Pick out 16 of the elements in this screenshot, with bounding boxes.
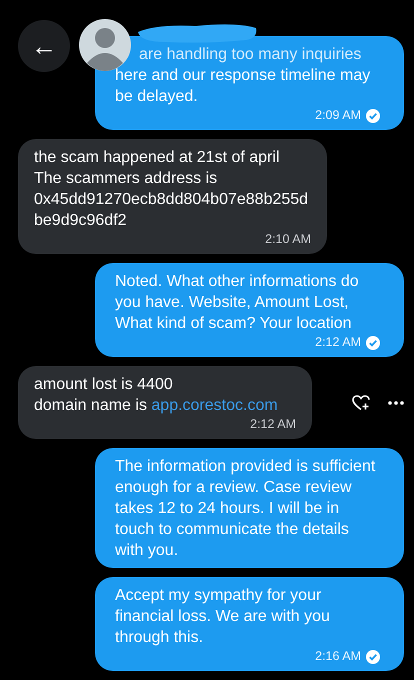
message-text: The information provided is sufficient enough for a review. Case review takes 12 to 24 hours. I will be in touch to communicate the details with you. [115, 457, 376, 561]
message-time: 2:12 AM [315, 335, 361, 350]
back-button[interactable]: ← [18, 20, 70, 72]
message-time: 2:12 AM [250, 417, 296, 432]
message-text: here and our response timeline may be delayed. [115, 66, 372, 107]
domain-link[interactable]: app.corestoc.com [151, 397, 278, 414]
message-text: the scam happened at 21st of april The scammers address is 0x45dd91270ecb8dd804b07e88b255dbe9d9c96df2 [34, 148, 310, 231]
message-time: 2:09 AM [315, 108, 361, 123]
more-icon[interactable] [388, 400, 404, 404]
message-text: Accept my sympathy for your financial loss. We are with you through this. [115, 586, 331, 648]
message-time: 2:16 AM [315, 649, 361, 664]
message-text: Noted. What other informations do you have. Website, Amount Lost, What kind of scam? Your location [115, 272, 360, 334]
message-text: are handling too many inquiries [139, 45, 362, 65]
message-time: 2:10 AM [265, 232, 311, 247]
add-reaction-icon[interactable] [352, 394, 370, 410]
message-text: amount lost is 4400 domain name is app.corestoc.com [34, 375, 279, 416]
